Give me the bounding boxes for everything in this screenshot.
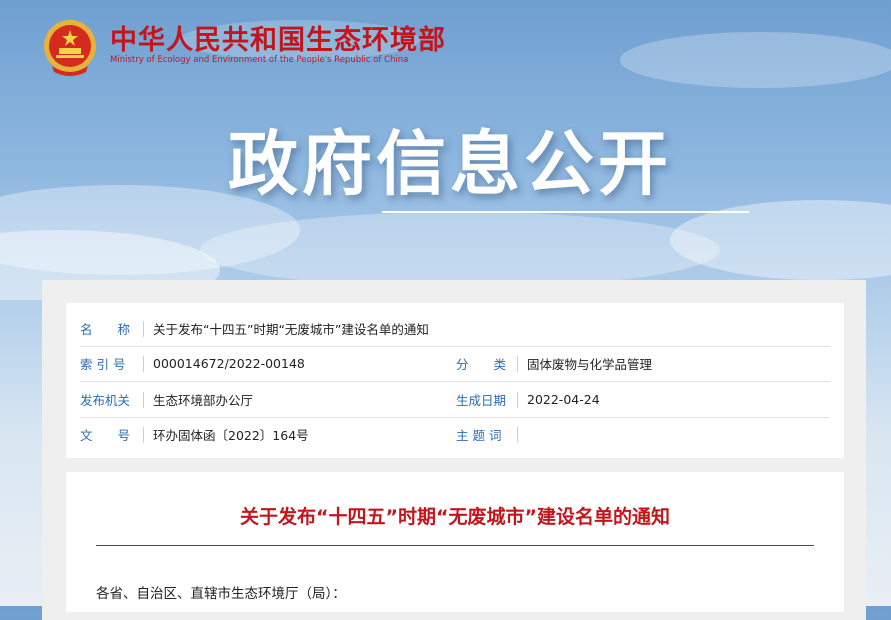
meta-divider [517, 391, 518, 408]
meta-divider [517, 355, 518, 372]
doc-number-value: 环办固体函〔2022〕164号 [153, 428, 309, 443]
meta-divider [143, 426, 144, 443]
meta-row-index: 索 引 号 000014672/2022-00148 分 类 固体废物与化学品管… [80, 346, 830, 382]
meta-row-name: 名 称 关于发布“十四五”时期“无废城市”建设名单的通知 [80, 311, 830, 347]
issuer-value: 生态环境部办公厅 [153, 393, 254, 408]
keywords-label: 主 题 词 [456, 428, 502, 443]
meta-divider [143, 355, 144, 372]
ministry-name-cn: 中华人民共和国生态环境部 [110, 25, 446, 56]
document-title: 关于发布“十四五”时期“无废城市”建设名单的通知 [240, 506, 670, 528]
meta-row-issuer: 发布机关 生态环境部办公厅 生成日期 2022-04-24 [80, 382, 830, 418]
meta-divider [143, 391, 144, 408]
document-salutation: 各省、自治区、直辖市生态环境厅（局）： [96, 586, 346, 602]
national-emblem-icon [44, 20, 96, 76]
date-label: 生成日期 [456, 393, 507, 408]
category-label: 分 类 [456, 357, 507, 372]
name-value: 关于发布“十四五”时期“无废城市”建设名单的通知 [153, 322, 429, 337]
index-label: 索 引 号 [80, 357, 126, 372]
category-value: 固体废物与化学品管理 [527, 357, 653, 372]
ministry-name-en: Ministry of Ecology and Environment of t… [110, 55, 409, 65]
date-value: 2022-04-24 [527, 392, 600, 407]
index-value: 000014672/2022-00148 [153, 356, 305, 371]
meta-row-docno: 文 号 环办固体函〔2022〕164号 主 题 词 [80, 417, 830, 452]
document-metadata-card: 名 称 关于发布“十四五”时期“无废城市”建设名单的通知 索 引 号 00001… [66, 303, 844, 458]
doc-number-label: 文 号 [80, 428, 131, 443]
name-label: 名 称 [80, 322, 131, 337]
document-body-card: 关于发布“十四五”时期“无废城市”建设名单的通知 各省、自治区、直辖市生态环境厅… [66, 472, 844, 612]
meta-divider [517, 426, 518, 443]
issuer-label: 发布机关 [80, 393, 131, 408]
meta-divider [143, 320, 144, 337]
title-divider [96, 545, 814, 546]
banner-underline [382, 211, 749, 213]
banner-title: 政府信息公开 [228, 123, 672, 205]
